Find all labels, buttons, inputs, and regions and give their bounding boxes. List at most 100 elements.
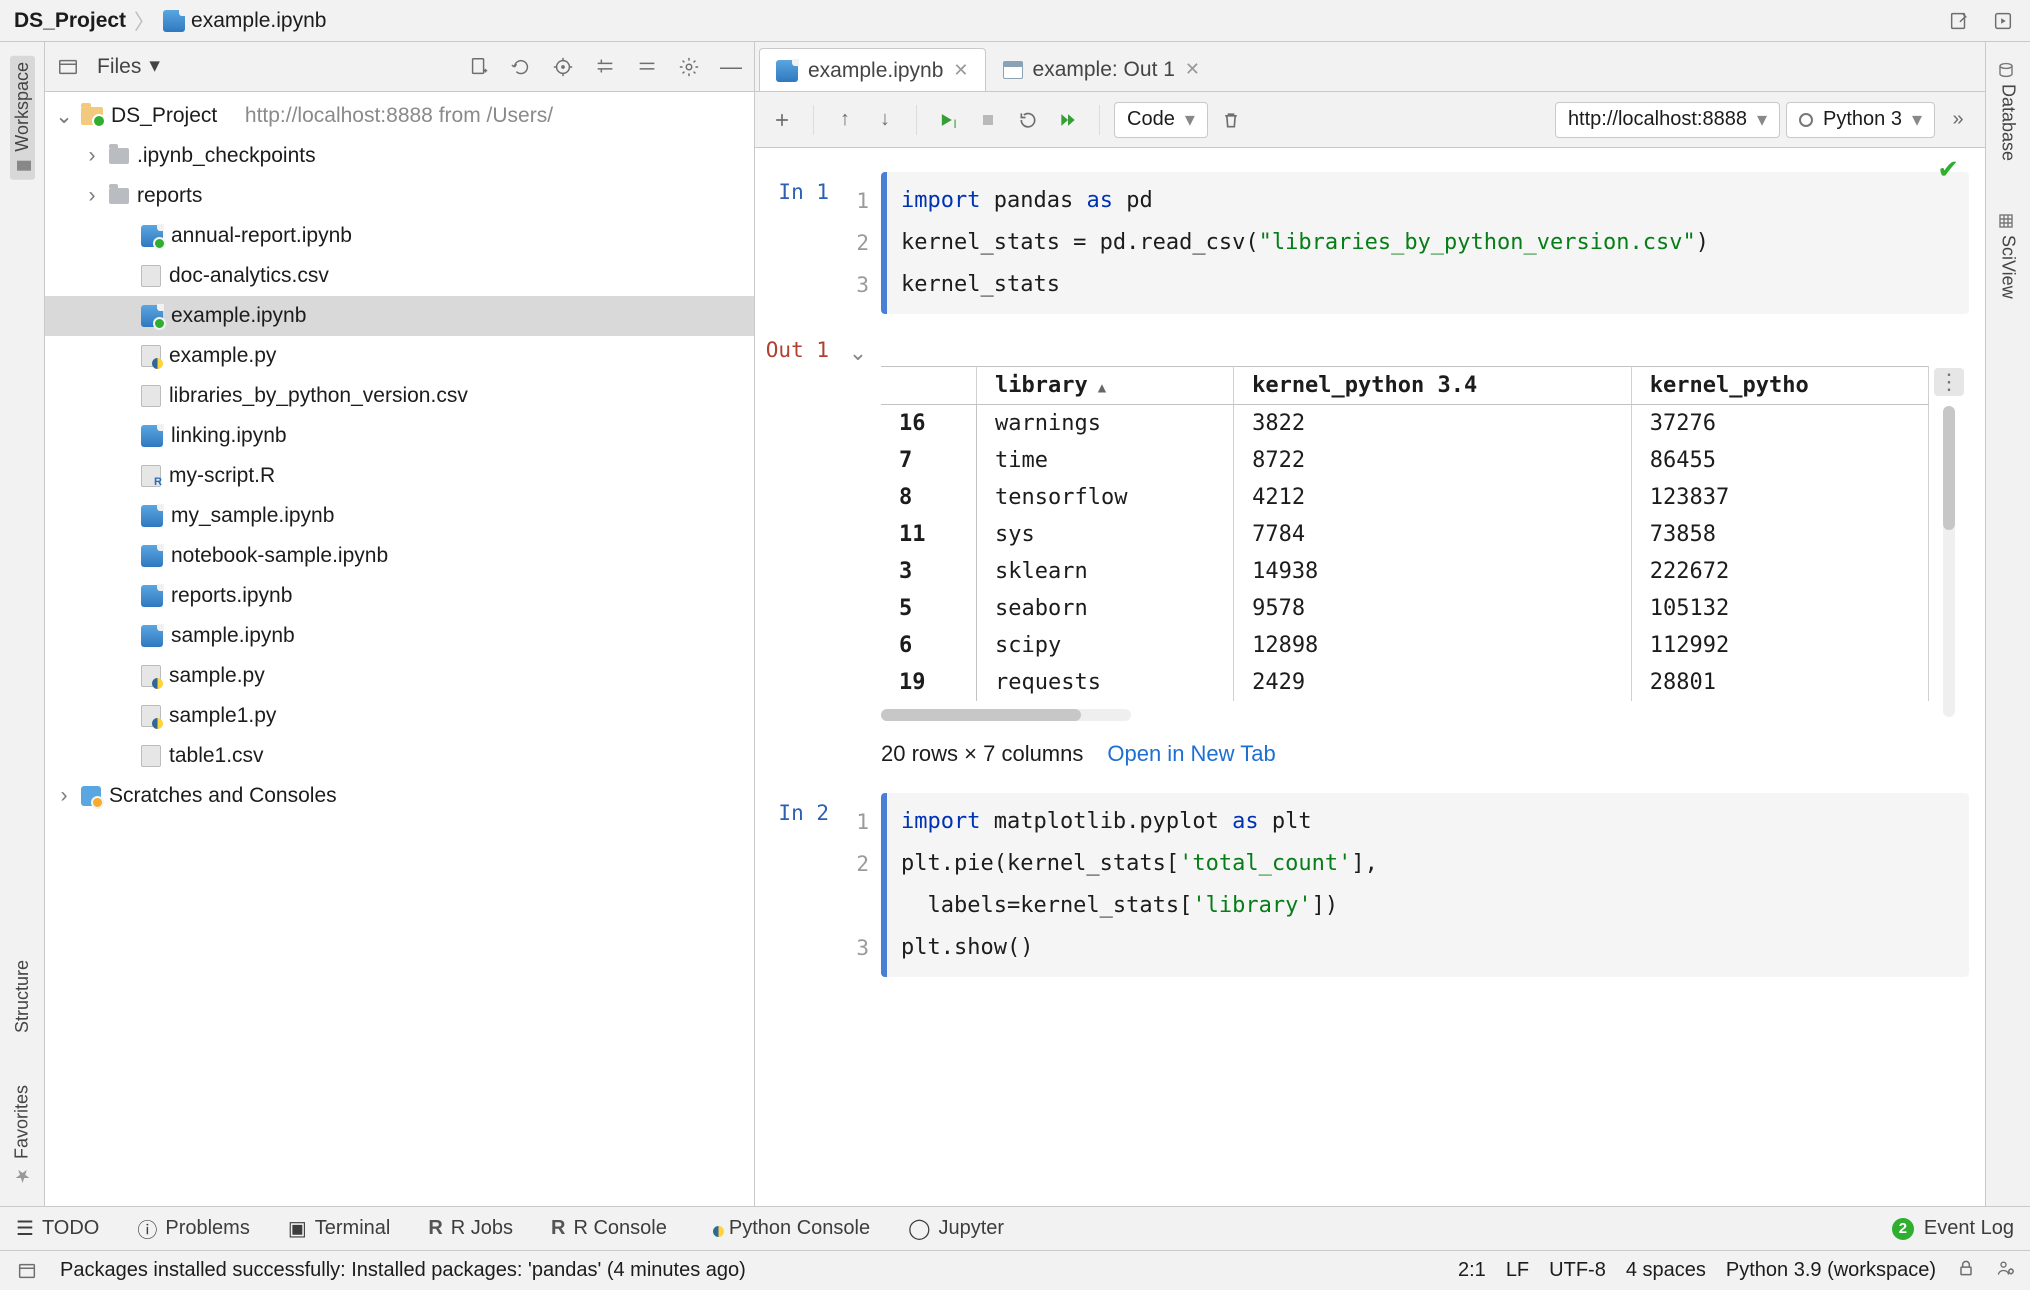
stop-button[interactable] — [971, 103, 1005, 137]
cell-code-in-2[interactable]: import matplotlib.pyplot as plt plt.pie(… — [881, 793, 1969, 977]
scratch-file-icon[interactable] — [1946, 8, 1972, 34]
df-column-header[interactable]: kernel_python 3.4 — [1234, 367, 1632, 405]
tree-node[interactable]: linking.ipynb — [45, 416, 754, 456]
tree-node[interactable]: sample1.py — [45, 696, 754, 736]
add-cell-button[interactable] — [765, 103, 799, 137]
move-cell-down-button[interactable]: ↓ — [868, 103, 902, 137]
status-caret[interactable]: 2:1 — [1458, 1259, 1486, 1282]
refresh-icon[interactable] — [508, 54, 534, 80]
tree-node[interactable]: doc-analytics.csv — [45, 256, 754, 296]
more-actions-button[interactable]: » — [1941, 103, 1975, 137]
kernel-select[interactable]: Python 3 ▾ — [1786, 102, 1935, 138]
settings-icon[interactable] — [676, 54, 702, 80]
breadcrumb-project[interactable]: DS_Project — [14, 9, 126, 33]
project-tree[interactable]: ⌄ DS_Project http://localhost:8888 from … — [45, 92, 754, 1206]
database-tool-button[interactable]: Database — [1996, 56, 2021, 167]
breadcrumb-file[interactable]: example.ipynb — [163, 9, 326, 33]
status-indent[interactable]: 4 spaces — [1626, 1259, 1706, 1282]
status-eol[interactable]: LF — [1506, 1259, 1529, 1282]
chevron-right-icon[interactable]: › — [55, 784, 73, 808]
tree-node[interactable]: my-script.R — [45, 456, 754, 496]
run-all-button[interactable] — [1051, 103, 1085, 137]
chevron-right-icon[interactable]: › — [83, 184, 101, 208]
todo-tool-button[interactable]: ☰TODO — [16, 1216, 99, 1241]
open-in-new-tab-link[interactable]: Open in New Tab — [1107, 741, 1275, 767]
inspection-ok-icon[interactable]: ✔ — [1937, 154, 1959, 185]
collapse-all-icon[interactable] — [634, 54, 660, 80]
tree-node[interactable]: › reports — [45, 176, 754, 216]
tree-node[interactable]: table1.csv — [45, 736, 754, 776]
tree-node[interactable]: notebook-sample.ipynb — [45, 536, 754, 576]
favorites-tool-button[interactable]: ★ Favorites — [9, 1079, 35, 1192]
chevron-down-icon[interactable]: ⌄ — [55, 104, 73, 129]
df-row[interactable]: 7 time 8722 86455 — [881, 442, 1929, 479]
r-jobs-tool-button[interactable]: RR Jobs — [428, 1217, 513, 1240]
close-tab-icon[interactable]: ✕ — [1185, 59, 1200, 80]
server-select[interactable]: http://localhost:8888 ▾ — [1555, 102, 1780, 138]
chevron-right-icon[interactable]: › — [83, 144, 101, 168]
df-row[interactable]: 3 sklearn 14938 222672 — [881, 553, 1929, 590]
df-row[interactable]: 8 tensorflow 4212 123837 — [881, 479, 1929, 516]
editor-tab[interactable]: example: Out 1 ✕ — [986, 47, 1218, 91]
out1-collapse-toggle[interactable]: ⌄ — [835, 334, 881, 366]
new-file-icon[interactable] — [466, 54, 492, 80]
tree-node-label: .ipynb_checkpoints — [137, 144, 316, 168]
status-window-icon[interactable] — [14, 1258, 40, 1284]
notebook-body[interactable]: In 1 123 import pandas as pd kernel_stat… — [755, 148, 1985, 1206]
df-column-header[interactable] — [881, 367, 977, 405]
tree-node[interactable]: example.py — [45, 336, 754, 376]
tree-node[interactable]: sample.ipynb — [45, 616, 754, 656]
tree-node[interactable]: my_sample.ipynb — [45, 496, 754, 536]
dataframe-menu-button[interactable]: ⋮ — [1934, 368, 1964, 396]
sort-asc-icon[interactable]: ▲ — [1098, 380, 1106, 396]
sciview-tool-button[interactable]: SciView — [1996, 207, 2021, 305]
dataframe-hscrollbar[interactable] — [881, 709, 1131, 721]
tree-node[interactable]: annual-report.ipynb — [45, 216, 754, 256]
tree-node[interactable]: libraries_by_python_version.csv — [45, 376, 754, 416]
event-log-tool-button[interactable]: Event Log — [1924, 1217, 2014, 1240]
tree-node[interactable]: › .ipynb_checkpoints — [45, 136, 754, 176]
move-cell-up-button[interactable]: ↑ — [828, 103, 862, 137]
problems-tool-button[interactable]: ⓘProblems — [137, 1214, 249, 1243]
df-column-header[interactable]: kernel_pytho — [1631, 367, 1928, 405]
df-row[interactable]: 5 seaborn 9578 105132 — [881, 590, 1929, 627]
dataframe-scroll-area[interactable]: library▲kernel_python 3.4kernel_pytho 16… — [881, 366, 1929, 721]
tree-node[interactable]: reports.ipynb — [45, 576, 754, 616]
cell-in-1[interactable]: In 1 123 import pandas as pd kernel_stat… — [765, 172, 1969, 314]
status-interpreter[interactable]: Python 3.9 (workspace) — [1726, 1259, 1936, 1282]
df-row[interactable]: 6 scipy 12898 112992 — [881, 627, 1929, 664]
df-row[interactable]: 19 requests 2429 28801 — [881, 664, 1929, 701]
dataframe-table[interactable]: library▲kernel_python 3.4kernel_pytho 16… — [881, 366, 1929, 701]
cell-in-2[interactable]: In 2 12 3 import matplotlib.pyplot as pl… — [765, 793, 1969, 977]
hide-pane-icon[interactable]: — — [718, 54, 744, 80]
dataframe-vscrollbar[interactable] — [1943, 406, 1955, 717]
run-anything-icon[interactable] — [1990, 8, 2016, 34]
lock-icon[interactable] — [1956, 1258, 1976, 1284]
df-row[interactable]: 11 sys 7784 73858 — [881, 516, 1929, 553]
python-console-tool-button[interactable]: Python Console — [705, 1217, 870, 1240]
scratches-node[interactable]: › Scratches and Consoles — [45, 776, 754, 816]
jupyter-tool-button[interactable]: ◯Jupyter — [908, 1216, 1004, 1241]
locate-icon[interactable] — [550, 54, 576, 80]
df-row[interactable]: 16 warnings 3822 37276 — [881, 405, 1929, 443]
cell-prompt-in-2: In 2 — [765, 793, 835, 825]
editor-tab[interactable]: example.ipynb ✕ — [759, 48, 986, 92]
cell-code-in-1[interactable]: import pandas as pd kernel_stats = pd.re… — [881, 172, 1969, 314]
tree-node[interactable]: example.ipynb — [45, 296, 754, 336]
r-console-tool-button[interactable]: RR Console — [551, 1217, 667, 1240]
close-tab-icon[interactable]: ✕ — [953, 60, 968, 81]
cell-type-select[interactable]: Code ▾ — [1114, 102, 1208, 138]
structure-tool-button[interactable]: Structure — [10, 954, 35, 1039]
workspace-tool-button[interactable]: Workspace — [10, 56, 35, 180]
terminal-tool-button[interactable]: ▣Terminal — [288, 1216, 390, 1241]
status-encoding[interactable]: UTF-8 — [1549, 1259, 1606, 1282]
expand-all-icon[interactable] — [592, 54, 618, 80]
restart-kernel-button[interactable] — [1011, 103, 1045, 137]
tree-node[interactable]: sample.py — [45, 656, 754, 696]
project-root-node[interactable]: ⌄ DS_Project http://localhost:8888 from … — [45, 96, 754, 136]
project-selector[interactable]: Files ▾ — [97, 54, 160, 79]
df-column-header[interactable]: library▲ — [977, 367, 1234, 405]
run-cell-button[interactable]: I — [931, 103, 965, 137]
delete-cell-button[interactable] — [1214, 103, 1248, 137]
ide-settings-icon[interactable] — [1996, 1258, 2016, 1284]
